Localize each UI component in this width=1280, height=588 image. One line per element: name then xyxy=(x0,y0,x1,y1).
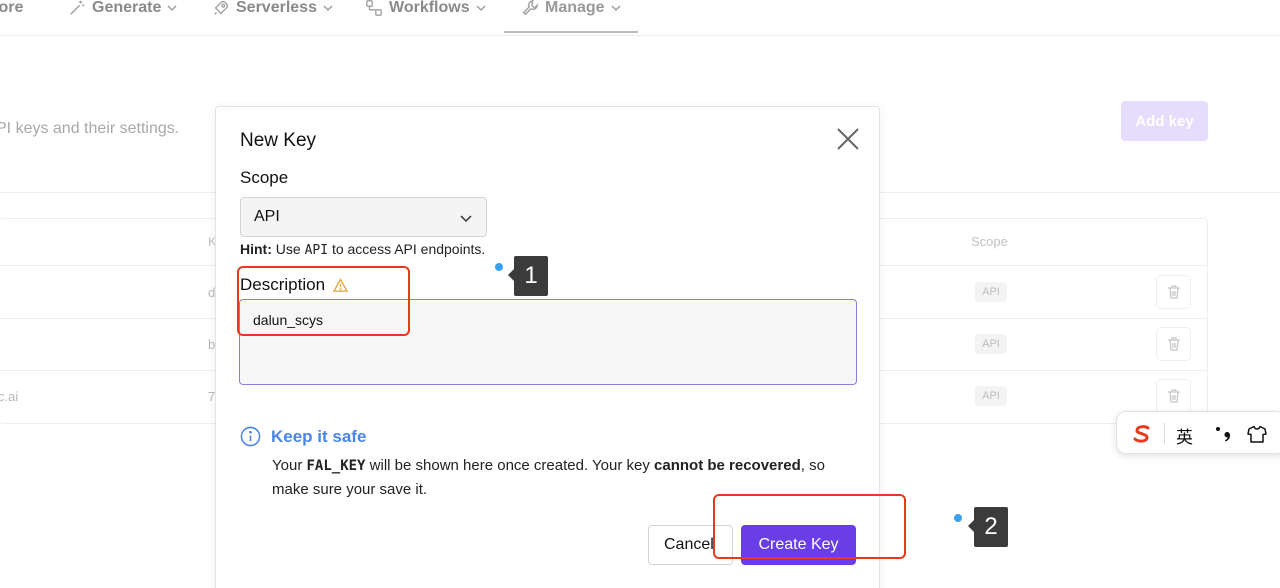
ime-language-toggle[interactable]: 英 xyxy=(1176,423,1193,448)
workflow-icon xyxy=(366,0,382,16)
trash-icon xyxy=(1167,285,1180,299)
chevron-down-icon xyxy=(323,5,333,12)
nav-item-label: Generate xyxy=(92,0,162,16)
scope-select-value: API xyxy=(254,208,280,225)
scope-label: Scope xyxy=(240,168,289,187)
trash-icon xyxy=(1167,389,1180,403)
table-cell-name: c.ai xyxy=(0,389,19,404)
scope-badge: API xyxy=(975,386,1007,406)
dialog-title: New Key xyxy=(240,130,317,151)
top-nav: lore Generate Serverless Workflows Manag… xyxy=(0,0,1280,36)
magic-wand-icon xyxy=(70,0,85,15)
wrench-icon xyxy=(522,0,539,16)
scope-select[interactable]: API xyxy=(240,197,487,237)
marker-dot xyxy=(495,263,503,271)
close-icon xyxy=(837,128,859,150)
nav-item-generate[interactable]: Generate xyxy=(68,0,177,20)
active-tab-indicator xyxy=(504,31,638,33)
punctuation-icon[interactable] xyxy=(1213,420,1235,446)
nav-item-explore[interactable]: lore xyxy=(0,0,23,20)
delete-key-button[interactable] xyxy=(1156,275,1191,309)
ime-separator xyxy=(1164,423,1165,444)
chevron-down-icon xyxy=(460,215,472,223)
scope-badge: API xyxy=(975,282,1007,302)
delete-key-button[interactable] xyxy=(1156,327,1191,361)
marker-label-2: 2 xyxy=(968,507,1008,547)
chevron-down-icon xyxy=(167,5,177,12)
nav-item-label: Serverless xyxy=(236,0,317,16)
column-header-scope: Scope xyxy=(971,234,1008,249)
trash-icon xyxy=(1167,337,1180,351)
marker-dot xyxy=(954,514,962,522)
nav-item-label: Workflows xyxy=(389,0,470,16)
chevron-down-icon xyxy=(476,5,486,12)
ime-toolbar: 英 xyxy=(1116,411,1280,454)
nav-item-label: lore xyxy=(0,0,24,16)
shirt-icon[interactable] xyxy=(1247,425,1267,443)
keep-safe-title: Keep it safe xyxy=(240,426,366,447)
page-subtitle: PI keys and their settings. xyxy=(0,120,180,137)
annotation-box-create xyxy=(713,494,906,559)
nav-item-workflows[interactable]: Workflows xyxy=(365,0,486,20)
nav-item-manage[interactable]: Manage xyxy=(521,0,621,20)
rocket-icon xyxy=(214,1,228,15)
close-dialog-button[interactable] xyxy=(834,125,862,153)
add-key-button[interactable]: Add key xyxy=(1121,101,1208,141)
nav-item-label: Manage xyxy=(545,0,605,16)
info-icon xyxy=(240,426,261,447)
scope-badge: API xyxy=(975,334,1007,354)
nav-item-serverless[interactable]: Serverless xyxy=(212,0,333,20)
annotation-box-description xyxy=(237,266,410,336)
delete-key-button[interactable] xyxy=(1156,379,1191,413)
scope-hint: Hint: Use API to access API endpoints. xyxy=(240,241,486,258)
marker-label-1: 1 xyxy=(508,256,548,296)
chevron-down-icon xyxy=(611,5,621,12)
sogou-logo-icon[interactable] xyxy=(1131,423,1153,445)
